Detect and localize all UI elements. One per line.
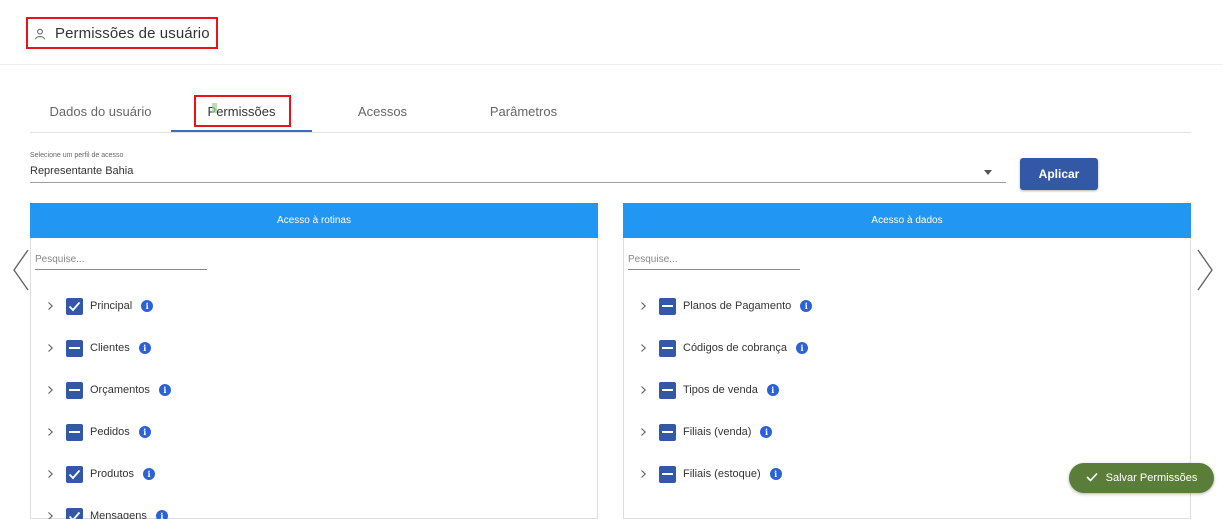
checkbox-indeterminate[interactable] (66, 423, 83, 441)
checkbox-indeterminate[interactable] (659, 381, 676, 399)
tree-item-label: Produtos (90, 468, 135, 480)
cursor-marker (212, 103, 217, 113)
tree-item-label: Filiais (venda) (683, 426, 752, 438)
page: Permissões de usuário Dados do usuário P… (0, 0, 1223, 519)
data-panel-title: Acesso à dados (623, 203, 1191, 238)
routines-search-input[interactable] (35, 250, 207, 270)
tree-item-label: Filiais (estoque) (683, 468, 761, 480)
checkbox-indeterminate[interactable] (66, 381, 83, 399)
tab-bar: Dados do usuário Permissões Acessos Parâ… (30, 90, 1191, 133)
tree-item-label: Orçamentos (90, 384, 150, 396)
info-icon[interactable]: i (158, 384, 171, 396)
tree-item-label: Clientes (90, 342, 130, 354)
checkbox-indeterminate[interactable] (659, 339, 676, 357)
chevron-right-icon[interactable] (45, 505, 55, 519)
profile-select-value: Representante Bahia (30, 165, 134, 177)
chevron-right-icon[interactable] (45, 295, 55, 317)
info-icon[interactable]: i (155, 510, 168, 519)
info-icon[interactable]: i (141, 300, 154, 312)
info-icon[interactable]: i (138, 342, 151, 354)
tree-item-label: Códigos de cobrança (683, 342, 787, 354)
tab-dados-do-usuario[interactable]: Dados do usuário (30, 90, 171, 132)
chevron-right-icon[interactable] (638, 463, 648, 485)
tree-item-orcamentos: Orçamentos i (31, 379, 171, 401)
chevron-right-icon[interactable] (638, 379, 648, 401)
checkbox-checked[interactable] (66, 507, 83, 519)
chevron-right-icon[interactable] (45, 379, 55, 401)
chevron-right-icon[interactable] (1192, 246, 1216, 294)
tree-item-label: Tipos de venda (683, 384, 758, 396)
info-icon[interactable]: i (795, 342, 808, 354)
tree-item-filiais-venda: Filiais (venda) i (624, 421, 773, 443)
active-tab-indicator (171, 130, 312, 132)
tree-item-tipos-de-venda: Tipos de venda i (624, 379, 779, 401)
data-search-input[interactable] (628, 250, 800, 270)
tab-permissoes[interactable]: Permissões (171, 90, 312, 132)
checkbox-indeterminate[interactable] (659, 465, 676, 483)
chevron-right-icon[interactable] (638, 337, 648, 359)
checkbox-indeterminate[interactable] (659, 423, 676, 441)
checkbox-checked[interactable] (66, 297, 83, 315)
tab-parametros[interactable]: Parâmetros (453, 90, 594, 132)
check-icon (1086, 472, 1098, 485)
info-icon[interactable]: i (769, 468, 782, 480)
chevron-right-icon[interactable] (638, 295, 648, 317)
tree-item-planos-de-pagamento: Planos de Pagamento i (624, 295, 813, 317)
profile-select[interactable]: Representante Bahia (30, 161, 1006, 183)
chevron-right-icon[interactable] (45, 421, 55, 443)
tree-item-mensagens: Mensagens i (31, 505, 168, 519)
tree-item-clientes: Clientes i (31, 337, 151, 359)
tree-item-label: Mensagens (90, 510, 147, 519)
info-icon[interactable]: i (800, 300, 813, 312)
tree-item-codigos-de-cobranca: Códigos de cobrança i (624, 337, 808, 359)
tree-item-label: Pedidos (90, 426, 130, 438)
tree-item-produtos: Produtos i (31, 463, 156, 485)
save-permissions-label: Salvar Permissões (1105, 472, 1198, 484)
info-icon[interactable]: i (766, 384, 779, 396)
info-icon[interactable]: i (143, 468, 156, 480)
page-title-box: Permissões de usuário (26, 17, 218, 49)
chevron-right-icon[interactable] (45, 463, 55, 485)
user-icon (34, 27, 46, 40)
tree-item-filiais-estoque: Filiais (estoque) i (624, 463, 782, 485)
tree-item-label: Planos de Pagamento (683, 300, 792, 312)
checkbox-indeterminate[interactable] (66, 339, 83, 357)
routines-panel-title: Acesso à rotinas (30, 203, 598, 238)
page-header: Permissões de usuário (0, 0, 1223, 65)
caret-down-icon (984, 170, 992, 175)
tree-item-pedidos: Pedidos i (31, 421, 151, 443)
checkbox-checked[interactable] (66, 465, 83, 483)
info-icon[interactable]: i (760, 426, 773, 438)
tree-item-label: Principal (90, 300, 133, 312)
info-icon[interactable]: i (138, 426, 151, 438)
tree-item-principal: Principal i (31, 295, 154, 317)
apply-button[interactable]: Aplicar (1020, 158, 1098, 190)
checkbox-indeterminate[interactable] (659, 297, 676, 315)
tab-acessos[interactable]: Acessos (312, 90, 453, 132)
routines-panel: Acesso à rotinas PrincipaliClientesiOrça… (30, 203, 598, 519)
chevron-right-icon[interactable] (638, 421, 648, 443)
chevron-right-icon[interactable] (45, 337, 55, 359)
save-permissions-button[interactable]: Salvar Permissões (1069, 463, 1214, 493)
profile-select-label: Selecione um perfil de acesso (30, 152, 124, 159)
page-title: Permissões de usuário (55, 24, 210, 42)
